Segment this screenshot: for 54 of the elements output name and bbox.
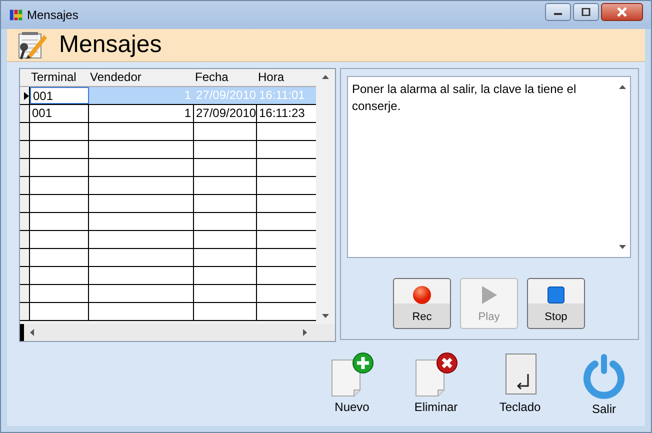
stop-icon — [546, 284, 566, 304]
row-pointer-icon — [24, 92, 29, 100]
delete-button[interactable]: Eliminar — [405, 352, 467, 416]
window-title: Mensajes — [27, 8, 80, 22]
empty-table-row[interactable] — [20, 267, 316, 285]
table-row[interactable]: 001 1 27/09/2010 16:11:23 — [20, 105, 316, 123]
empty-table-row[interactable] — [20, 123, 316, 141]
keyboard-button[interactable]: Teclado — [489, 352, 551, 416]
empty-table-row[interactable] — [20, 285, 316, 303]
empty-table-row[interactable] — [20, 195, 316, 213]
close-button[interactable] — [601, 3, 643, 21]
vertical-scrollbar[interactable] — [316, 69, 335, 324]
new-document-icon — [330, 352, 374, 398]
empty-table-row[interactable] — [20, 177, 316, 195]
close-icon — [616, 7, 628, 17]
empty-table-row[interactable] — [20, 231, 316, 249]
table-cell: 1 — [89, 87, 194, 104]
column-header[interactable]: Hora — [256, 69, 316, 86]
table-cell: 1 — [89, 105, 194, 122]
table-row[interactable]: 001 1 27/09/2010 16:11:01 — [20, 87, 316, 105]
empty-table-row[interactable] — [20, 249, 316, 267]
column-header[interactable]: Terminal — [29, 69, 88, 86]
empty-table-row[interactable] — [20, 159, 316, 177]
app-icon — [9, 8, 23, 22]
exit-button[interactable]: Salir — [573, 352, 635, 416]
empty-table-row[interactable] — [20, 141, 316, 159]
column-header[interactable]: Vendedor — [88, 69, 193, 86]
empty-table-row[interactable] — [20, 213, 316, 231]
column-header[interactable]: Fecha — [193, 69, 256, 86]
table-cell: 27/09/2010 — [194, 87, 257, 104]
scroll-right-icon — [303, 329, 307, 336]
maximize-button[interactable] — [573, 3, 599, 21]
table-cell: 001 — [30, 87, 89, 104]
delete-document-icon — [414, 352, 458, 398]
horizontal-scrollbar[interactable] — [20, 324, 335, 341]
rec-button[interactable]: Rec — [393, 278, 451, 329]
scroll-left-icon — [30, 329, 34, 336]
empty-table-row[interactable] — [20, 303, 316, 321]
play-icon — [479, 284, 499, 304]
scroll-up-icon — [618, 85, 626, 89]
scroll-down-icon — [322, 314, 329, 318]
minimize-button[interactable] — [545, 3, 571, 21]
row-selector[interactable] — [20, 105, 30, 122]
record-icon — [412, 284, 432, 304]
scroll-down-icon — [618, 245, 626, 249]
message-field[interactable]: Poner la alarma al salir, la clave la tiene el conserje. — [347, 76, 631, 258]
row-selector[interactable] — [20, 87, 30, 104]
maximize-icon — [581, 8, 591, 16]
header-title: Mensajes — [59, 31, 162, 59]
new-button[interactable]: Nuevo — [321, 352, 383, 416]
table-cell: 001 — [30, 105, 89, 122]
table-cell: 27/09/2010 — [194, 105, 257, 122]
stop-button[interactable]: Stop — [527, 278, 585, 329]
scroll-up-icon — [322, 75, 329, 79]
